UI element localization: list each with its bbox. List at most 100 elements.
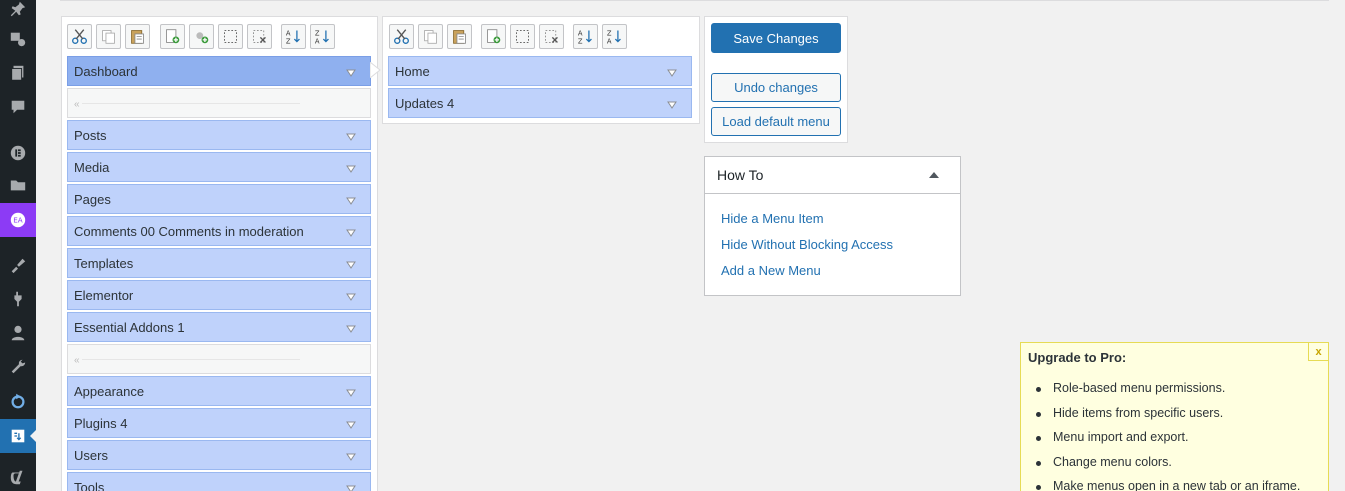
menu-item-templates[interactable]: Templates — [67, 248, 371, 278]
menu-item-pages[interactable]: Pages — [67, 184, 371, 214]
upgrade-notice: Upgrade to Pro: x Role-based menu permis… — [1020, 342, 1329, 491]
expand-arrow-icon[interactable] — [346, 194, 356, 205]
menu-item-label: Users — [74, 447, 108, 463]
users-icon[interactable] — [0, 316, 36, 350]
menu-item-label: Plugins 4 — [74, 415, 128, 431]
menu-item-label: Home — [395, 63, 430, 79]
appearance-icon[interactable] — [0, 248, 36, 282]
expand-arrow-icon[interactable] — [346, 258, 356, 269]
hide-icon[interactable] — [510, 24, 535, 49]
save-changes-button[interactable]: Save Changes — [711, 23, 841, 53]
separator-handle-icon: « — [74, 99, 80, 110]
cut-icon[interactable] — [389, 24, 414, 49]
copy-icon[interactable] — [418, 24, 443, 49]
plugins-icon[interactable] — [0, 282, 36, 316]
expand-arrow-icon[interactable] — [346, 418, 356, 429]
menu-item-label: Updates 4 — [395, 95, 455, 111]
howto-link-add-menu[interactable]: Add a New Menu — [721, 263, 821, 278]
list-item: Change menu colors. — [1033, 455, 1300, 480]
list-item: Menu import and export. — [1033, 430, 1300, 455]
elementor-icon[interactable] — [0, 136, 36, 170]
expand-arrow-icon[interactable] — [346, 130, 356, 141]
expand-arrow-icon[interactable] — [346, 66, 356, 77]
delete-icon[interactable] — [539, 24, 564, 49]
howto-header[interactable]: How To — [705, 157, 960, 194]
menu-item-elementor[interactable]: Elementor — [67, 280, 371, 310]
comments-icon[interactable] — [0, 90, 36, 124]
separator-handle-icon: « — [74, 355, 80, 366]
menu-item-dashboard[interactable]: Dashboard — [67, 56, 371, 86]
expand-arrow-icon[interactable] — [346, 450, 356, 461]
howto-link-hide-without-blocking[interactable]: Hide Without Blocking Access — [721, 237, 893, 252]
menu-item-posts[interactable]: Posts — [67, 120, 371, 150]
paste-icon[interactable] — [447, 24, 472, 49]
menu-separator[interactable]: « — [67, 344, 371, 374]
expand-arrow-icon[interactable] — [667, 66, 677, 77]
menu-item-appearance[interactable]: Appearance — [67, 376, 371, 406]
paste-icon[interactable] — [125, 24, 150, 49]
menu-separator[interactable]: « — [67, 88, 371, 118]
top-divider — [60, 0, 1329, 1]
svg-text:EA: EA — [13, 216, 23, 225]
expand-arrow-icon[interactable] — [346, 290, 356, 301]
templates-icon[interactable] — [0, 168, 36, 202]
howto-link-hide-item[interactable]: Hide a Menu Item — [721, 211, 824, 226]
sort-descending-icon[interactable]: ZA — [602, 24, 627, 49]
menu-item-label: Media — [74, 159, 110, 175]
essential-addons-icon[interactable]: EA — [0, 203, 36, 237]
media-icon[interactable] — [0, 22, 36, 56]
svg-text:A: A — [315, 37, 320, 45]
menu-item-tools[interactable]: Tools — [67, 472, 371, 491]
tools-icon[interactable] — [0, 350, 36, 384]
new-menu-icon[interactable] — [160, 24, 185, 49]
menu-item-label: Essential Addons 1 — [74, 319, 185, 335]
upgrade-title: Upgrade to Pro: — [1028, 350, 1127, 365]
submenu-item-updates[interactable]: Updates 4 — [388, 88, 692, 118]
sync-icon[interactable] — [0, 384, 36, 418]
new-menu-icon[interactable] — [481, 24, 506, 49]
close-icon[interactable]: x — [1308, 343, 1328, 361]
pages-icon[interactable] — [0, 56, 36, 90]
sort-ascending-icon[interactable]: AZ — [281, 24, 306, 49]
load-default-menu-button[interactable]: Load default menu — [711, 107, 841, 136]
menu-column-top-level: AZ ZA Dashboard « Posts Media Pages Comm… — [61, 16, 378, 491]
sort-descending-icon[interactable]: ZA — [310, 24, 335, 49]
svg-text:A: A — [286, 30, 291, 38]
hide-icon[interactable] — [218, 24, 243, 49]
cut-icon[interactable] — [67, 24, 92, 49]
menu-editor-icon[interactable] — [0, 419, 37, 453]
submenu-pointer-icon — [370, 62, 381, 78]
list-item: Make menus open in a new tab or an ifram… — [1033, 479, 1300, 491]
delete-icon[interactable] — [247, 24, 272, 49]
admin-sidebar: EA — [0, 0, 37, 491]
howto-panel: How To Hide a Menu Item Hide Without Blo… — [704, 156, 961, 296]
svg-text:Z: Z — [286, 37, 291, 45]
collapse-arrow-icon[interactable] — [929, 172, 939, 178]
undo-changes-button[interactable]: Undo changes — [711, 73, 841, 102]
expand-arrow-icon[interactable] — [346, 226, 356, 237]
menu-item-media[interactable]: Media — [67, 152, 371, 182]
menu-item-label: Dashboard — [74, 63, 138, 79]
menu-item-users[interactable]: Users — [67, 440, 371, 470]
expand-arrow-icon[interactable] — [346, 162, 356, 173]
menu-item-essential-addons[interactable]: Essential Addons 1 — [67, 312, 371, 342]
new-separator-icon[interactable] — [189, 24, 214, 49]
copy-icon[interactable] — [96, 24, 121, 49]
svg-text:A: A — [578, 30, 583, 38]
expand-arrow-icon[interactable] — [346, 386, 356, 397]
menu-item-label: Pages — [74, 191, 111, 207]
sort-ascending-icon[interactable]: AZ — [573, 24, 598, 49]
menu-item-label: Elementor — [74, 287, 134, 303]
menu-column-submenu: AZ ZA Home Updates 4 — [382, 16, 700, 124]
list-item: Role-based menu permissions. — [1033, 381, 1300, 406]
expand-arrow-icon[interactable] — [667, 98, 677, 109]
menu-item-plugins[interactable]: Plugins 4 — [67, 408, 371, 438]
menu-item-label: Appearance — [74, 383, 145, 399]
submenu-item-home[interactable]: Home — [388, 56, 692, 86]
expand-arrow-icon[interactable] — [346, 482, 356, 491]
yoast-icon[interactable] — [0, 460, 36, 491]
menu-item-label: Comments 00 Comments in moderation — [74, 223, 304, 239]
expand-arrow-icon[interactable] — [346, 322, 356, 333]
menu-item-comments[interactable]: Comments 00 Comments in moderation — [67, 216, 371, 246]
svg-text:Z: Z — [607, 30, 612, 38]
